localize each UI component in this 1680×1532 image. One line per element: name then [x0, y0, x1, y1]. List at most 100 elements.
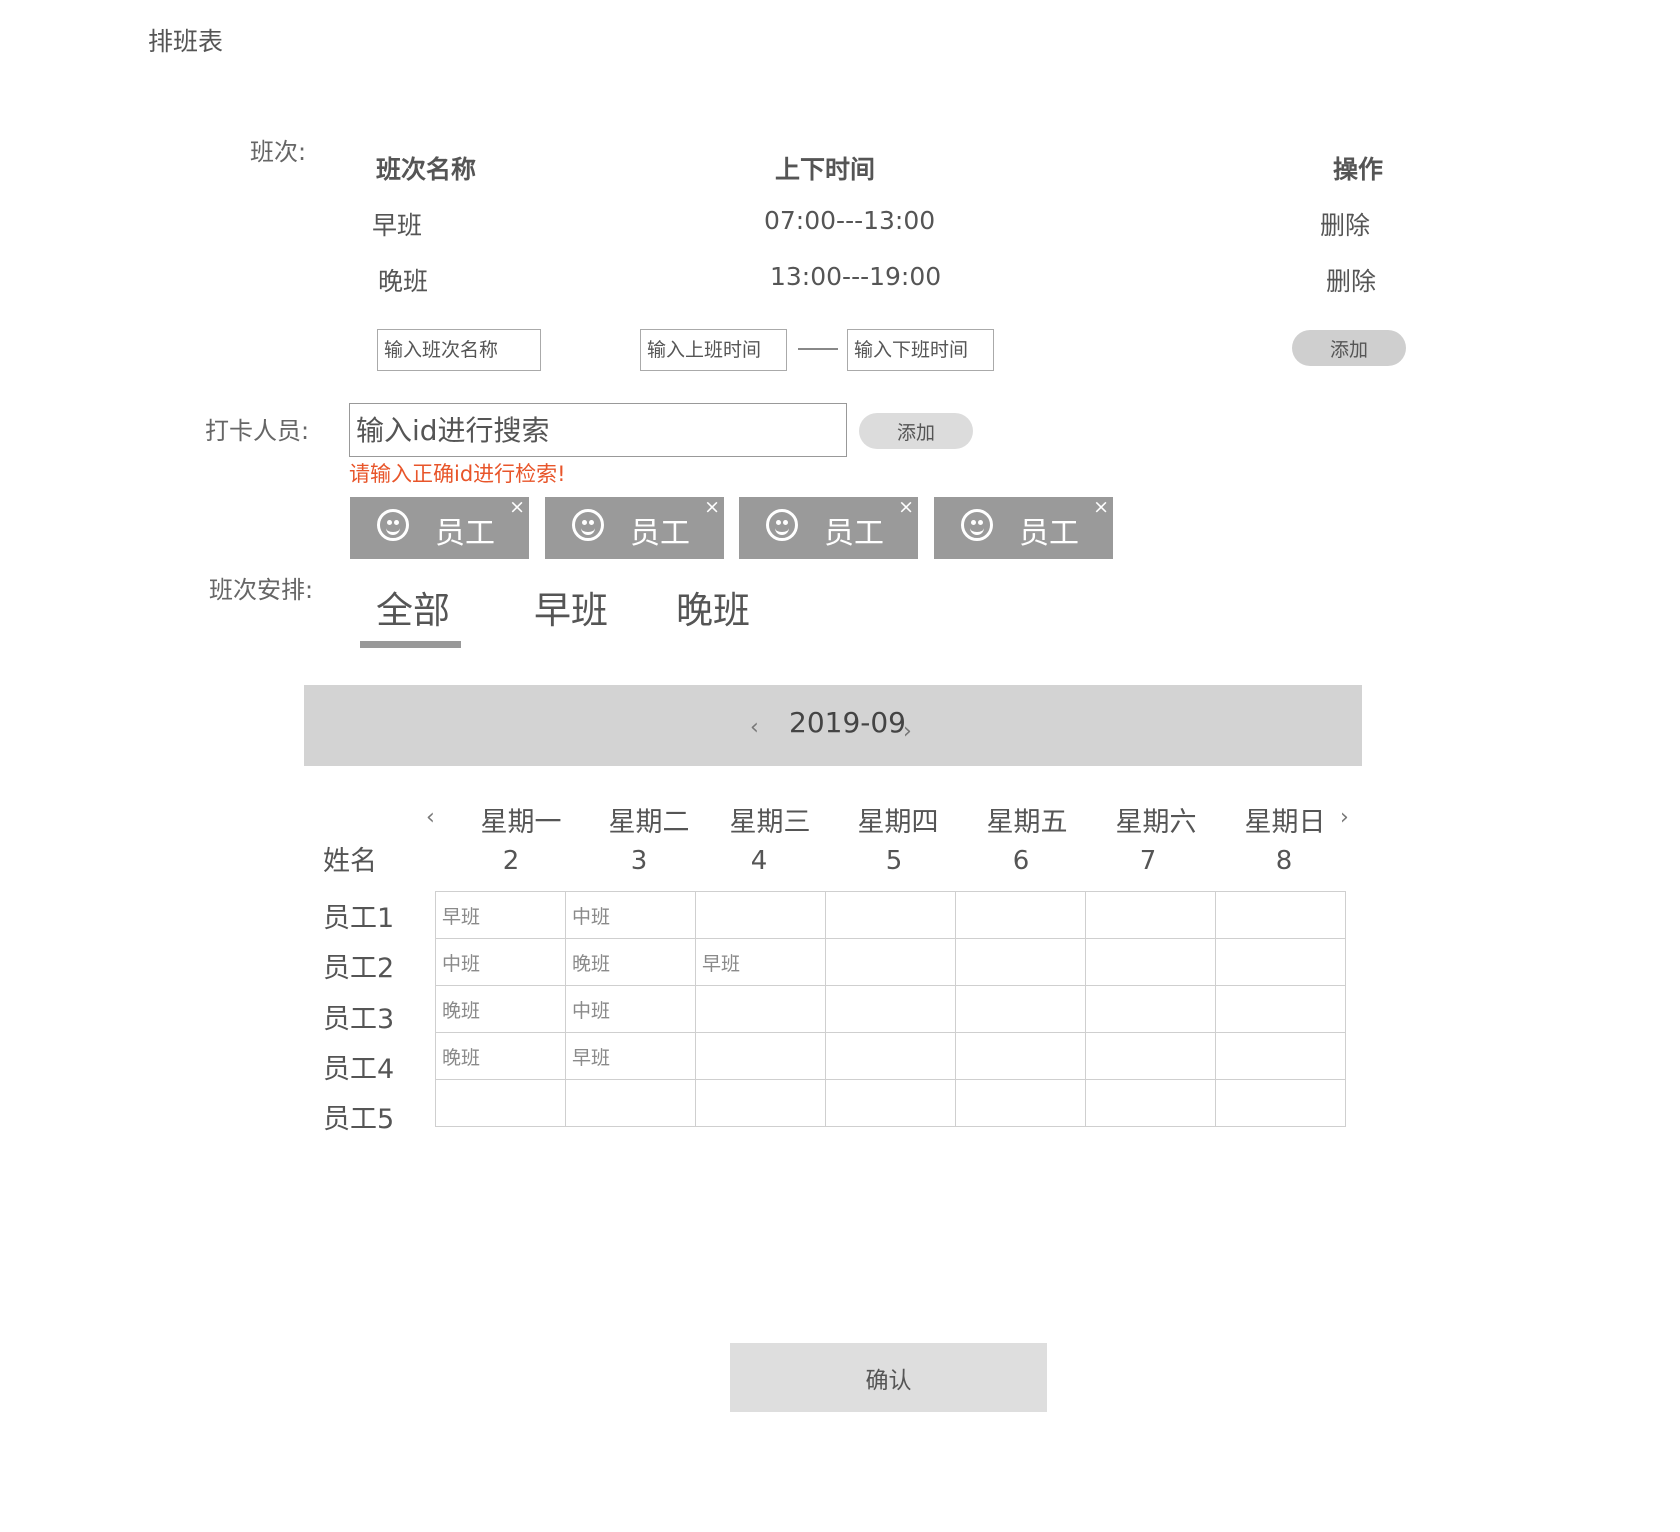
add-shift-button[interactable]: 添加	[1292, 330, 1406, 366]
staff-chip: 员工 ×	[545, 497, 724, 559]
prev-week-icon[interactable]: ‹	[426, 805, 435, 830]
weekday-header: 星期二	[608, 807, 690, 838]
staff-chip: 员工 ×	[739, 497, 918, 559]
table-row: 晚班 早班	[435, 1032, 1346, 1080]
schedule-cell[interactable]	[955, 985, 1086, 1033]
day-number: 4	[750, 846, 768, 876]
schedule-cell[interactable]	[695, 1079, 826, 1127]
weekday-header: 星期一	[480, 807, 562, 838]
schedule-cell[interactable]: 中班	[435, 938, 566, 986]
staff-chip: 员工 ×	[934, 497, 1113, 559]
schedule-cell[interactable]: 晚班	[435, 1032, 566, 1080]
confirm-button[interactable]: 确认	[730, 1343, 1047, 1412]
employee-name: 员工1	[323, 903, 395, 934]
schedule-cell[interactable]: 晚班	[565, 938, 696, 986]
weekday-header: 星期三	[729, 807, 811, 838]
schedule-cell[interactable]	[955, 938, 1086, 986]
schedule-cell[interactable]	[825, 891, 956, 939]
shift-name-input[interactable]	[377, 329, 541, 371]
weekday-header: 星期日	[1244, 807, 1326, 838]
staff-chip-label: 员工	[435, 516, 495, 551]
shift-row-name: 晚班	[378, 267, 429, 296]
schedule-cell[interactable]	[1085, 1032, 1216, 1080]
day-number: 2	[502, 846, 520, 876]
staff-chip: 员工 ×	[350, 497, 529, 559]
table-row: 中班 晚班 早班	[435, 938, 1346, 986]
staff-search-input[interactable]	[349, 403, 847, 457]
schedule-cell[interactable]	[1215, 1079, 1346, 1127]
schedule-cell[interactable]: 早班	[435, 891, 566, 939]
schedule-cell[interactable]: 中班	[565, 985, 696, 1033]
end-time-input[interactable]	[847, 329, 994, 371]
schedule-cell[interactable]	[825, 1079, 956, 1127]
active-tab-indicator	[360, 641, 461, 648]
shift-row-name: 早班	[372, 211, 423, 240]
schedule-cell[interactable]	[1215, 1032, 1346, 1080]
day-number: 7	[1139, 846, 1157, 876]
search-error-message: 请输入正确id进行检索!	[349, 462, 566, 486]
close-icon[interactable]: ×	[1093, 497, 1109, 517]
staff-chip-label: 员工	[1019, 516, 1079, 551]
schedule-cell[interactable]: 早班	[565, 1032, 696, 1080]
employee-name: 员工4	[323, 1054, 395, 1085]
shift-row-time: 07:00---13:00	[764, 206, 936, 235]
shifts-label: 班次:	[250, 138, 307, 166]
smiley-icon	[766, 509, 798, 541]
next-month-icon[interactable]: ›	[903, 719, 912, 744]
schedule-cell[interactable]	[1215, 938, 1346, 986]
schedule-cell[interactable]: 晚班	[435, 985, 566, 1033]
name-column-header: 姓名	[323, 846, 377, 877]
schedule-cell[interactable]	[1085, 938, 1216, 986]
schedule-cell[interactable]	[825, 985, 956, 1033]
tab-early-shift[interactable]: 早班	[534, 580, 608, 634]
month-label: 2019-09	[789, 706, 906, 739]
arrangement-label: 班次安排:	[209, 576, 314, 604]
schedule-cell[interactable]	[435, 1079, 566, 1127]
day-number: 6	[1012, 846, 1030, 876]
staff-chip-label: 员工	[630, 516, 690, 551]
schedule-cell[interactable]: 早班	[695, 938, 826, 986]
schedule-cell[interactable]: 中班	[565, 891, 696, 939]
schedule-cell[interactable]	[695, 985, 826, 1033]
day-number: 8	[1275, 846, 1293, 876]
day-number: 3	[630, 846, 648, 876]
staff-label: 打卡人员:	[205, 417, 310, 445]
schedule-cell[interactable]	[695, 1032, 826, 1080]
schedule-cell[interactable]	[955, 1079, 1086, 1127]
close-icon[interactable]: ×	[704, 497, 720, 517]
smiley-icon	[572, 509, 604, 541]
schedule-cell[interactable]	[565, 1079, 696, 1127]
table-row	[435, 1079, 1346, 1127]
schedule-cell[interactable]	[1085, 891, 1216, 939]
next-week-icon[interactable]: ›	[1340, 805, 1349, 830]
add-staff-button[interactable]: 添加	[859, 413, 973, 449]
table-row: 早班 中班	[435, 891, 1346, 939]
close-icon[interactable]: ×	[898, 497, 914, 517]
col-header-operation: 操作	[1333, 155, 1384, 184]
schedule-cell[interactable]	[695, 891, 826, 939]
employee-name: 员工2	[323, 953, 395, 984]
tab-all[interactable]: 全部	[376, 580, 450, 634]
day-number: 5	[885, 846, 903, 876]
schedule-cell[interactable]	[1085, 985, 1216, 1033]
schedule-cell[interactable]	[825, 1032, 956, 1080]
tab-late-shift[interactable]: 晚班	[676, 580, 750, 634]
employee-name: 员工5	[323, 1104, 395, 1135]
col-header-shift-name: 班次名称	[376, 155, 477, 184]
start-time-input[interactable]	[640, 329, 787, 371]
schedule-cell[interactable]	[825, 938, 956, 986]
schedule-cell[interactable]	[955, 1032, 1086, 1080]
close-icon[interactable]: ×	[509, 497, 525, 517]
schedule-cell[interactable]	[1215, 985, 1346, 1033]
schedule-cell[interactable]	[955, 891, 1086, 939]
schedule-cell[interactable]	[1215, 891, 1346, 939]
employee-name: 员工3	[323, 1004, 395, 1035]
weekday-header: 星期四	[857, 807, 939, 838]
weekday-header: 星期五	[986, 807, 1068, 838]
prev-month-icon[interactable]: ‹	[750, 715, 759, 740]
smiley-icon	[377, 509, 409, 541]
schedule-grid: 早班 中班 中班 晚班 早班 晚班 中班 晚班 早班	[435, 891, 1346, 1127]
schedule-cell[interactable]	[1085, 1079, 1216, 1127]
delete-shift-button[interactable]: 删除	[1320, 206, 1370, 242]
delete-shift-button[interactable]: 删除	[1326, 262, 1376, 298]
